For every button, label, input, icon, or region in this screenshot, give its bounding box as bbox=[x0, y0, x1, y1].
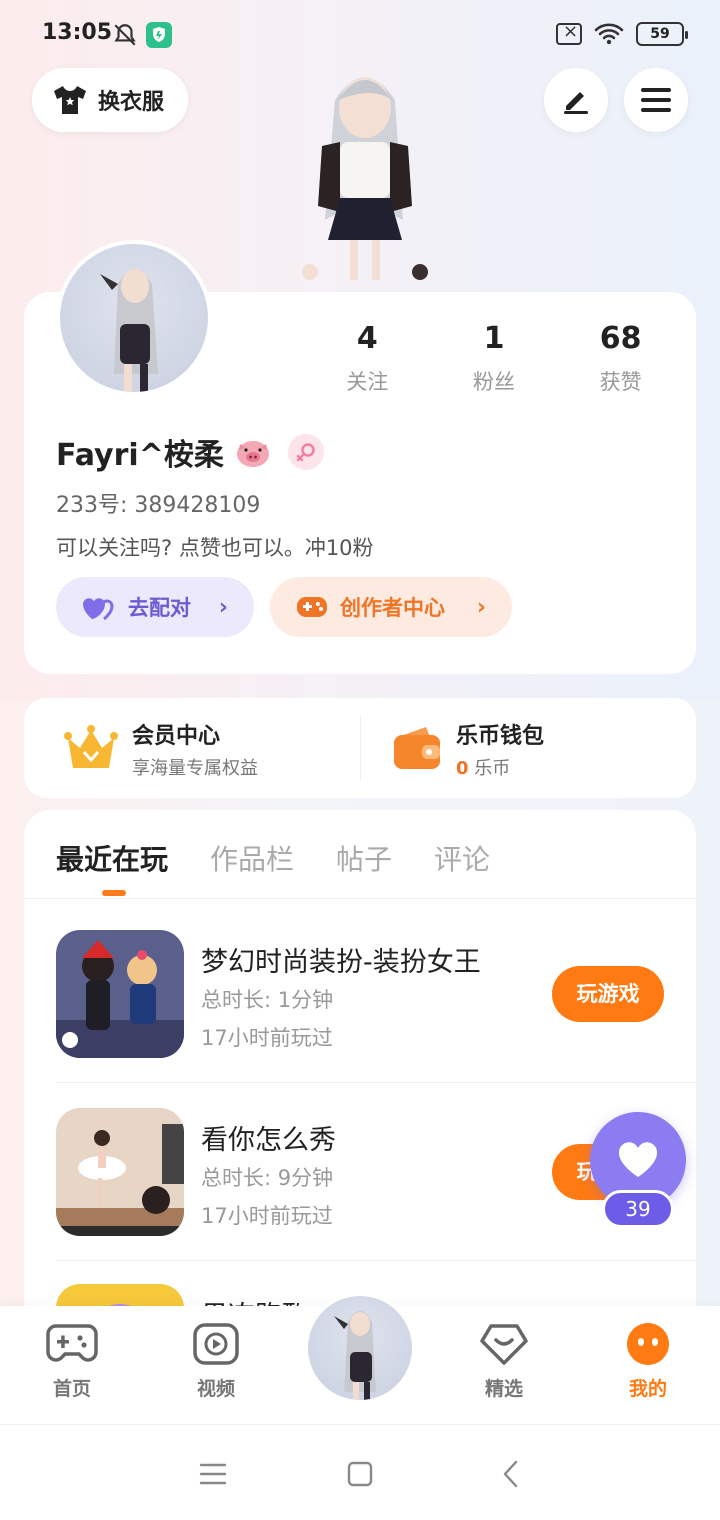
user-id: 233号: 389428109 bbox=[56, 493, 261, 518]
chevron-right-icon: › bbox=[476, 594, 486, 620]
status-time: 13:05 bbox=[42, 20, 113, 45]
heart-icon bbox=[618, 1142, 658, 1177]
floating-like-button[interactable]: 39 bbox=[590, 1112, 686, 1232]
followers-label: 粉丝 bbox=[473, 370, 515, 394]
divider bbox=[24, 898, 696, 899]
nav-featured-label: 精选 bbox=[484, 1378, 523, 1400]
tab-works[interactable]: 作品栏 bbox=[210, 838, 294, 878]
content-tabs: 最近在玩 作品栏 帖子 评论 bbox=[56, 838, 490, 896]
vip-center-subtitle: 享海量专属权益 bbox=[132, 758, 258, 779]
nav-home-label: 首页 bbox=[52, 1378, 91, 1400]
pen-icon bbox=[564, 92, 588, 114]
nav-video-label: 视频 bbox=[196, 1378, 235, 1400]
avatar-image bbox=[334, 1311, 376, 1400]
followers-stat[interactable]: 1 粉丝 bbox=[431, 320, 558, 396]
gamepad-nav-icon bbox=[46, 1324, 98, 1362]
profile-face-icon bbox=[627, 1323, 669, 1365]
member-wallet-card: 会员中心 享海量专属权益 乐币钱包 0 乐币 bbox=[24, 698, 696, 798]
vip-center-title: 会员中心 bbox=[132, 724, 221, 749]
username-row: Fayri^桉柔 bbox=[56, 430, 324, 474]
gamepad-icon bbox=[297, 597, 327, 617]
wallet-amount: 0 bbox=[456, 758, 469, 779]
game-title: 看你怎么秀 bbox=[201, 1125, 336, 1156]
divider bbox=[56, 1082, 696, 1083]
double-heart-icon bbox=[83, 598, 114, 621]
following-label: 关注 bbox=[346, 370, 389, 394]
following-count: 4 bbox=[356, 321, 378, 356]
chevron-right-icon: › bbox=[218, 594, 228, 620]
match-label: 去配对 bbox=[128, 596, 191, 620]
pig-emoji-icon bbox=[236, 441, 269, 467]
game-last-played: 17小时前玩过 bbox=[201, 1204, 333, 1228]
shield-icon bbox=[146, 22, 172, 48]
battery-icon: 59 bbox=[636, 22, 688, 46]
hamburger-menu-icon bbox=[641, 88, 671, 112]
creator-center-label: 创作者中心 bbox=[340, 596, 445, 620]
play-video-icon bbox=[193, 1323, 239, 1365]
avatar-image bbox=[100, 269, 158, 392]
activity-card: 最近在玩 作品栏 帖子 评论 梦幻时尚装扮-装扮女王 总时长: 1分钟 17小时… bbox=[24, 810, 696, 1330]
nav-featured[interactable]: 精选 bbox=[454, 1322, 554, 1401]
tab-posts[interactable]: 帖子 bbox=[336, 838, 392, 878]
game-duration: 总时长: 1分钟 bbox=[201, 988, 334, 1012]
match-button[interactable]: 去配对 › bbox=[56, 577, 254, 637]
nav-mine-label: 我的 bbox=[628, 1378, 667, 1400]
game-thumbnail bbox=[56, 930, 184, 1058]
divider bbox=[56, 1260, 696, 1261]
mute-bell-icon bbox=[114, 24, 136, 46]
nav-home[interactable]: 首页 bbox=[22, 1322, 122, 1401]
game-last-played: 17小时前玩过 bbox=[201, 1026, 333, 1050]
edit-profile-button[interactable] bbox=[544, 68, 608, 132]
game-title: 梦幻时尚装扮-装扮女王 bbox=[201, 947, 481, 978]
game-duration: 总时长: 9分钟 bbox=[201, 1166, 334, 1190]
likes-stat[interactable]: 68 获赞 bbox=[557, 320, 684, 396]
profile-avatar[interactable] bbox=[56, 240, 212, 396]
tshirt-icon bbox=[54, 86, 86, 114]
divider bbox=[360, 716, 361, 780]
game-thumbnail bbox=[56, 1108, 184, 1236]
no-sim-icon bbox=[556, 21, 582, 45]
system-navigation-bar bbox=[0, 1424, 720, 1520]
creator-center-button[interactable]: 创作者中心 › bbox=[270, 577, 512, 637]
nav-video[interactable]: 视频 bbox=[166, 1322, 266, 1401]
wallet-unit: 乐币 bbox=[474, 758, 511, 779]
user-bio: 可以关注吗? 点赞也可以。冲10粉 bbox=[56, 536, 374, 560]
female-gender-icon bbox=[287, 434, 324, 470]
tab-comments[interactable]: 评论 bbox=[434, 838, 490, 878]
home-square-icon[interactable] bbox=[345, 1459, 375, 1489]
avatar-character-figure[interactable] bbox=[280, 60, 450, 300]
profile-stats: 4 关注 1 粉丝 68 获赞 bbox=[304, 320, 684, 396]
nav-center-avatar-button[interactable] bbox=[304, 1292, 416, 1404]
heart-diamond-icon bbox=[480, 1324, 528, 1365]
nav-mine[interactable]: 我的 bbox=[598, 1322, 698, 1401]
change-outfit-button[interactable]: 换衣服 bbox=[32, 68, 189, 132]
wallet-title: 乐币钱包 bbox=[456, 724, 545, 749]
likes-count: 68 bbox=[599, 321, 642, 356]
menu-button[interactable] bbox=[624, 68, 688, 132]
back-chevron-icon[interactable] bbox=[497, 1459, 527, 1489]
wallet-icon bbox=[394, 727, 440, 769]
wifi-icon bbox=[594, 23, 624, 45]
followers-count: 1 bbox=[483, 321, 505, 356]
following-stat[interactable]: 4 关注 bbox=[304, 320, 431, 396]
wallet-entry[interactable]: 乐币钱包 0 乐币 bbox=[392, 718, 544, 780]
tab-recently-played[interactable]: 最近在玩 bbox=[56, 838, 168, 896]
like-count-badge: 39 bbox=[602, 1190, 674, 1228]
change-outfit-label: 换衣服 bbox=[98, 90, 165, 115]
username: Fayri^桉柔 bbox=[56, 438, 224, 473]
likes-label: 获赞 bbox=[599, 370, 642, 394]
play-game-button[interactable]: 玩游戏 bbox=[552, 966, 664, 1022]
crown-icon bbox=[64, 725, 118, 768]
recent-apps-icon[interactable] bbox=[198, 1459, 228, 1489]
vip-center-entry[interactable]: 会员中心 享海量专属权益 bbox=[64, 718, 258, 780]
